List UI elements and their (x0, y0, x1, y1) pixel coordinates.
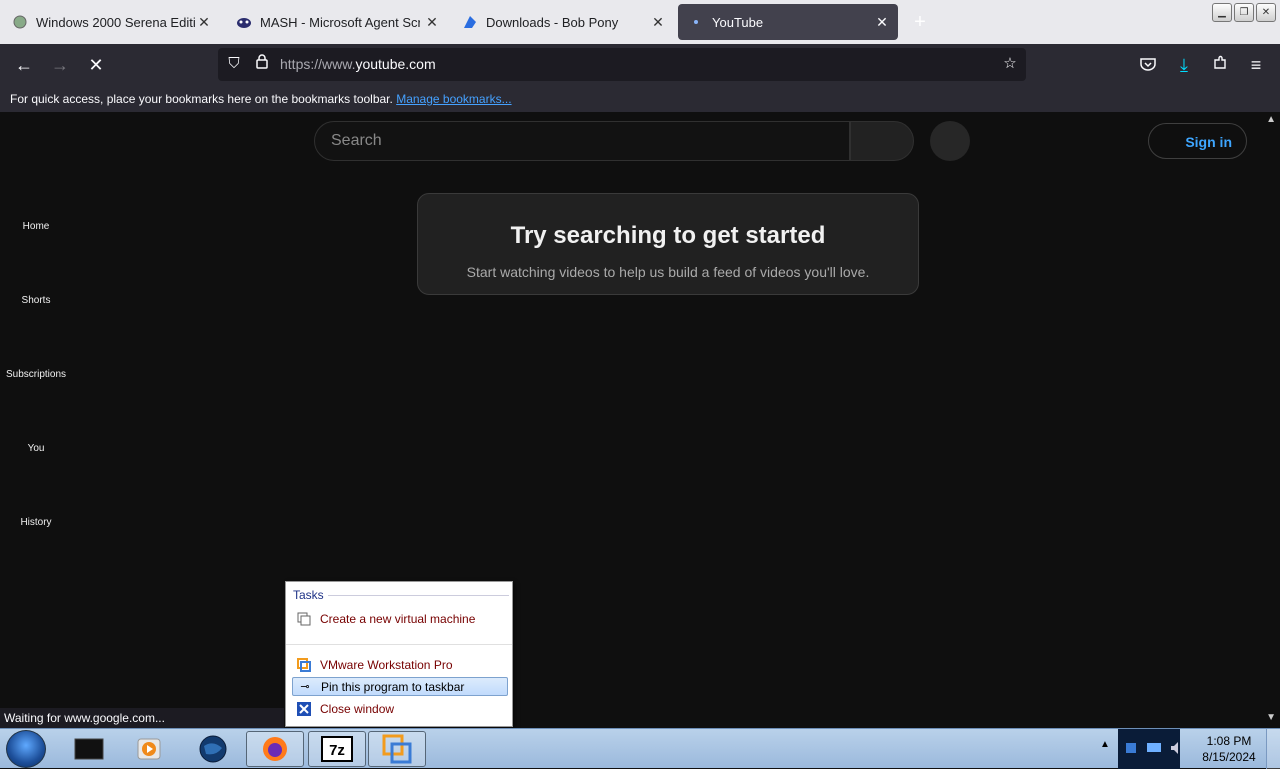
create-vm-task[interactable]: Create a new virtual machine (292, 609, 508, 628)
bobpony-icon (462, 14, 478, 30)
divider (286, 644, 512, 645)
empty-feed-prompt: Try searching to get started Start watch… (417, 193, 919, 295)
window-controls: ▁ ❐ ✕ (1212, 3, 1276, 22)
bookmarks-toolbar: For quick access, place your bookmarks h… (0, 86, 1280, 112)
tab-title: YouTube (712, 14, 764, 30)
close-icon[interactable]: ✕ (874, 14, 890, 30)
close-window-item[interactable]: Close window (292, 699, 508, 718)
media-player-icon[interactable] (120, 731, 178, 767)
jump-list-header: Tasks (293, 588, 509, 602)
prompt-subtitle: Start watching videos to help us build a… (466, 264, 870, 280)
show-desktop-button[interactable] (1266, 729, 1280, 769)
close-icon[interactable]: ✕ (650, 14, 666, 30)
new-tab-button[interactable]: + (910, 12, 930, 32)
shield-icon[interactable]: ⛉ (224, 54, 244, 74)
restore-button[interactable]: ❐ (1234, 3, 1254, 22)
sidebar-item-history[interactable]: History (0, 517, 72, 528)
tab-title: MASH - Microsoft Agent Script (260, 14, 420, 30)
tab-title: Downloads - Bob Pony (486, 14, 619, 30)
pin-to-taskbar-item[interactable]: ⊸ Pin this program to taskbar (292, 677, 508, 696)
taskbar-jump-list: Tasks Create a new virtual machine VMwar… (285, 581, 513, 727)
pin-icon: ⊸ (300, 681, 310, 693)
status-text: Waiting for www.google.com... (0, 708, 284, 728)
bookmarks-hint: For quick access, place your bookmarks h… (10, 92, 393, 106)
tab-title: Windows 2000 Serena Edition - (36, 14, 196, 30)
scroll-down-arrow[interactable]: ▼ (1266, 712, 1276, 723)
close-window-button[interactable]: ✕ (1256, 3, 1276, 22)
volume-icon[interactable] (1168, 739, 1184, 762)
svg-text:7z: 7z (329, 742, 345, 759)
close-icon[interactable]: ✕ (424, 14, 440, 30)
youtube-page: Search Sign in Home Shorts Subscriptions… (0, 112, 1280, 728)
search-input[interactable]: Search (314, 121, 850, 161)
show-hidden-icons-icon[interactable]: ▲ (1098, 733, 1112, 757)
navigation-toolbar: ← → ✕ ⛉ https://www.youtube.com ☆ ⤓ ≡ (0, 44, 1280, 86)
back-button[interactable]: ← (12, 53, 36, 77)
bookmark-star-icon[interactable]: ☆ (1000, 54, 1020, 74)
prompt-title: Try searching to get started (510, 222, 826, 249)
terminal-icon[interactable] (60, 731, 118, 767)
taskbar-clock[interactable]: 1:08 PM 8/15/2024 (1196, 733, 1262, 765)
sidebar-item-you[interactable]: You (0, 443, 72, 454)
download-icon[interactable]: ⤓ (1172, 53, 1196, 77)
sidebar-item-home[interactable]: Home (0, 221, 72, 232)
sign-in-button[interactable]: Sign in (1148, 123, 1247, 159)
taskbar: 7z ▲ 1:08 PM 8/15/2024 (0, 728, 1280, 769)
tab-mash[interactable]: MASH - Microsoft Agent Script ✕ (226, 4, 448, 40)
globe-browser-icon[interactable] (184, 731, 242, 767)
tab-downloads[interactable]: Downloads - Bob Pony ✕ (452, 4, 674, 40)
start-button[interactable] (6, 730, 46, 768)
vmware-taskbar-icon[interactable] (368, 731, 426, 767)
tab-strip: Windows 2000 Serena Edition - ✕ MASH - M… (0, 0, 1280, 44)
mash-icon (236, 14, 252, 30)
monitor-icon[interactable] (1146, 741, 1162, 760)
search-button[interactable] (850, 121, 914, 161)
voice-search-button[interactable] (930, 121, 970, 161)
close-icon[interactable]: ✕ (196, 14, 212, 30)
extensions-icon[interactable] (1208, 53, 1232, 77)
vmware-icon (296, 657, 312, 673)
manage-bookmarks-link[interactable]: Manage bookmarks... (396, 92, 511, 106)
url-bar[interactable]: ⛉ https://www.youtube.com ☆ (218, 48, 1026, 81)
firefox-icon[interactable] (246, 731, 304, 767)
vmware-workstation-item[interactable]: VMware Workstation Pro (292, 655, 508, 674)
new-vm-icon (296, 611, 312, 627)
pocket-icon[interactable] (1136, 53, 1160, 77)
lock-icon[interactable] (252, 54, 272, 74)
network-icon[interactable] (1124, 741, 1138, 760)
7zip-icon[interactable]: 7z (308, 731, 366, 767)
loading-icon (688, 14, 704, 30)
menu-icon[interactable]: ≡ (1244, 53, 1268, 77)
close-window-icon (296, 701, 312, 717)
scroll-up-arrow[interactable]: ▲ (1266, 114, 1276, 125)
url-text: https://www.youtube.com (280, 56, 436, 72)
clock-date: 8/15/2024 (1202, 750, 1256, 764)
stop-loading-button[interactable]: ✕ (84, 53, 108, 77)
minimize-button[interactable]: ▁ (1212, 3, 1232, 22)
sidebar-item-shorts[interactable]: Shorts (0, 295, 72, 306)
clock-time: 1:08 PM (1206, 734, 1252, 748)
tab-youtube[interactable]: YouTube ✕ (678, 4, 898, 40)
forward-button[interactable]: → (48, 53, 72, 77)
tab-windows-2000[interactable]: Windows 2000 Serena Edition - ✕ (2, 4, 220, 40)
globe-icon (12, 14, 28, 30)
sidebar-item-subscriptions[interactable]: Subscriptions (0, 369, 72, 380)
